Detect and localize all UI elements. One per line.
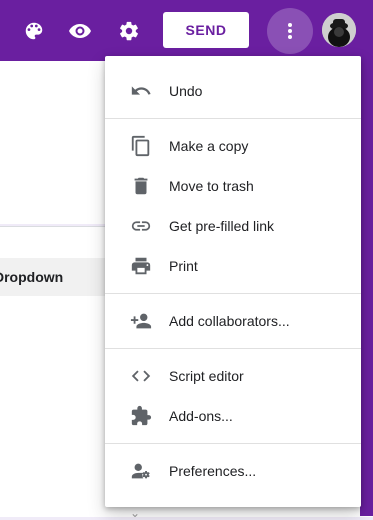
menu-item-move-to-trash[interactable]: Move to trash [105,166,361,206]
avatar[interactable] [322,13,356,47]
trash-icon [129,174,153,198]
eye-icon[interactable] [67,18,93,44]
preferences-icon [129,459,153,483]
send-button[interactable]: SEND [163,12,249,48]
menu-item-label: Get pre-filled link [169,218,275,234]
chevron-down-icon: ⌄ [130,506,141,520]
palette-icon[interactable] [21,18,47,44]
menu-item-add-ons[interactable]: Add-ons... [105,396,361,436]
menu-item-add-collaborators[interactable]: Add collaborators... [105,301,361,341]
link-icon [129,214,153,238]
undo-icon [129,79,153,103]
menu-item-label: Move to trash [169,178,254,194]
menu-item-label: Add collaborators... [169,313,290,329]
puzzle-icon [129,404,153,428]
menu-item-make-copy[interactable]: Make a copy [105,126,361,166]
settings-icon[interactable] [116,18,142,44]
more-options-button[interactable] [267,8,313,54]
more-options-menu: Undo Make a copy Move to trash Get pre-f… [105,56,361,507]
menu-item-preferences[interactable]: Preferences... [105,451,361,491]
print-icon [129,254,153,278]
menu-item-script-editor[interactable]: Script editor [105,356,361,396]
copy-icon [129,134,153,158]
menu-item-print[interactable]: Print [105,246,361,286]
menu-item-label: Undo [169,83,203,99]
menu-item-undo[interactable]: Undo [105,71,361,111]
question-type-label: Dropdown [0,269,64,285]
menu-item-get-prefilled-link[interactable]: Get pre-filled link [105,206,361,246]
more-vert-icon [288,23,292,39]
menu-item-label: Add-ons... [169,408,233,424]
menu-item-label: Preferences... [169,463,257,479]
code-icon [129,364,153,388]
side-accent-strip [360,61,373,516]
top-app-bar: SEND [0,0,373,61]
menu-item-label: Print [169,258,198,274]
menu-item-label: Script editor [169,368,244,384]
menu-item-label: Make a copy [169,138,249,154]
add-people-icon [129,309,153,333]
menu-divider [105,118,361,119]
menu-divider [105,348,361,349]
menu-divider [105,293,361,294]
menu-divider [105,443,361,444]
